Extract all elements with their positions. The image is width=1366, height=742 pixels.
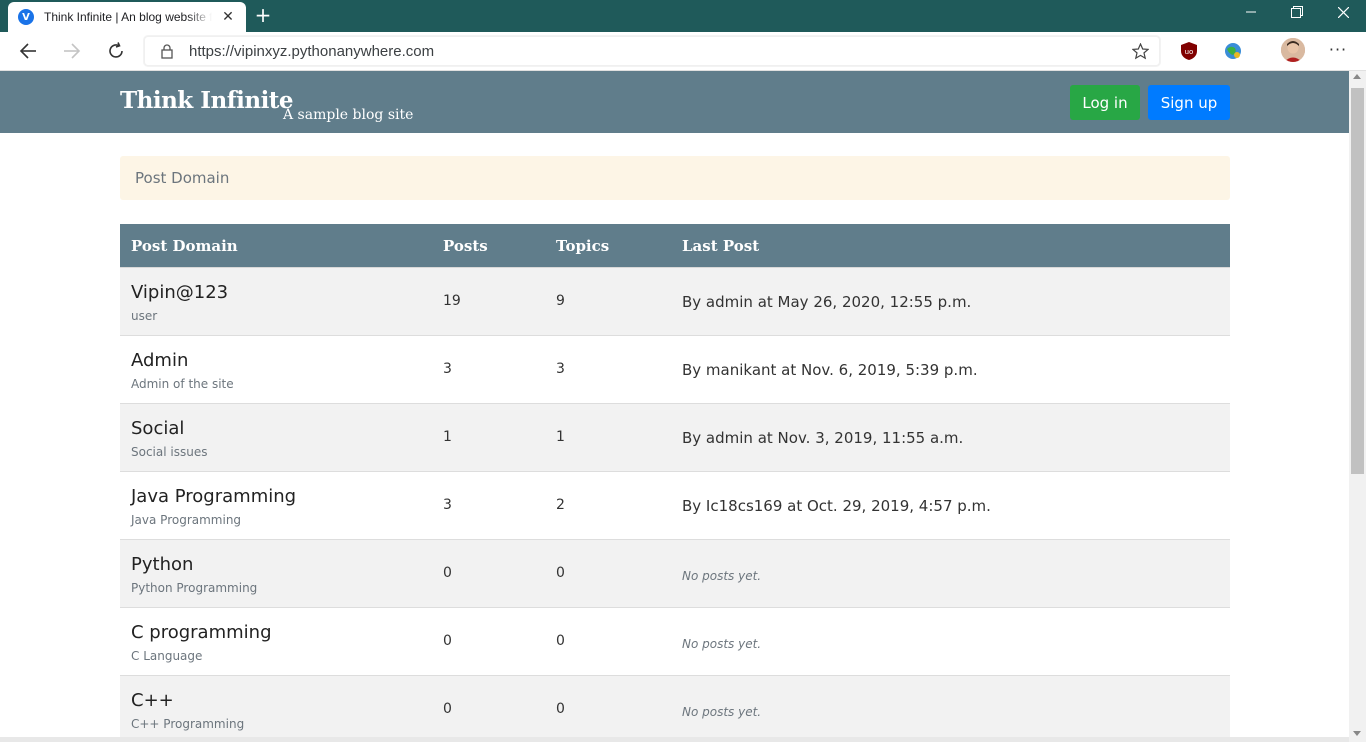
domain-name-link[interactable]: Social	[131, 418, 184, 439]
tab-favicon-icon: V	[18, 9, 34, 25]
topics-count: 2	[556, 497, 565, 513]
vertical-scrollbar[interactable]	[1349, 71, 1366, 742]
table-row: Vipin@123 user 19 9 By admin at May 26, …	[120, 268, 1230, 336]
favorite-star-icon[interactable]	[1131, 42, 1150, 64]
breadcrumb: Post Domain	[120, 156, 1230, 200]
ublock-extension-icon[interactable]: uo	[1180, 41, 1200, 61]
address-bar[interactable]: https://vipinxyz.pythonanywhere.com	[144, 36, 1160, 66]
site-header: Think Infinite A sample blog site Log in…	[0, 71, 1349, 133]
new-tab-icon[interactable]: +	[253, 5, 273, 25]
header-last-post: Last Post	[682, 237, 760, 255]
browser-tab[interactable]: V Think Infinite | An blog website for ✕	[8, 2, 246, 32]
profile-avatar[interactable]	[1281, 38, 1305, 62]
topics-count: 0	[556, 701, 565, 717]
refresh-icon[interactable]	[102, 38, 130, 64]
last-post-info: By Ic18cs169 at Oct. 29, 2019, 4:57 p.m.	[682, 497, 991, 515]
globe-extension-icon[interactable]	[1223, 41, 1243, 61]
domain-description: C Language	[131, 649, 203, 663]
table-row: Java Programming Java Programming 3 2 By…	[120, 472, 1230, 540]
topics-count: 1	[556, 429, 565, 445]
posts-count: 3	[443, 497, 452, 513]
lock-icon	[161, 44, 173, 63]
more-menu-icon[interactable]: ···	[1327, 41, 1349, 59]
domain-name-link[interactable]: C++	[131, 690, 174, 711]
restore-icon[interactable]	[1274, 0, 1320, 24]
domain-description: Java Programming	[131, 513, 242, 527]
domain-name-link[interactable]: Admin	[131, 350, 188, 371]
browser-toolbar: https://vipinxyz.pythonanywhere.com uo	[0, 32, 1366, 71]
domain-description: C++ Programming	[131, 717, 245, 731]
horizontal-scrollbar[interactable]	[0, 737, 1349, 742]
minimize-icon[interactable]	[1228, 0, 1274, 24]
table-row: C programming C Language 0 0 No posts ye…	[120, 608, 1230, 676]
topics-count: 0	[556, 633, 565, 649]
posts-count: 0	[443, 565, 452, 581]
svg-text:uo: uo	[1185, 48, 1194, 56]
last-post-info: By admin at May 26, 2020, 12:55 p.m.	[682, 293, 972, 311]
domain-name-link[interactable]: Java Programming	[131, 486, 296, 507]
last-post-info: No posts yet.	[682, 637, 762, 651]
header-posts: Posts	[443, 237, 488, 255]
domain-name-link[interactable]: Vipin@123	[131, 282, 228, 303]
posts-count: 0	[443, 633, 452, 649]
signup-button[interactable]: Sign up	[1148, 85, 1230, 120]
scroll-down-icon[interactable]	[1353, 731, 1361, 736]
posts-count: 19	[443, 293, 461, 309]
breadcrumb-item: Post Domain	[135, 169, 230, 187]
last-post-info: No posts yet.	[682, 705, 762, 719]
header-topics: Topics	[556, 237, 610, 255]
table-row: C++ C++ Programming 0 0 No posts yet.	[120, 676, 1230, 742]
domain-description: user	[131, 309, 158, 323]
login-button[interactable]: Log in	[1070, 85, 1140, 120]
posts-count: 3	[443, 361, 452, 377]
site-tagline: A sample blog site	[283, 107, 414, 123]
table-row: Admin Admin of the site 3 3 By manikant …	[120, 336, 1230, 404]
header-post-domain: Post Domain	[131, 237, 238, 255]
table-row: Social Social issues 1 1 By admin at Nov…	[120, 404, 1230, 472]
url-text: https://vipinxyz.pythonanywhere.com	[189, 43, 435, 60]
posts-count: 0	[443, 701, 452, 717]
tab-close-icon[interactable]: ✕	[220, 9, 236, 25]
last-post-info: By manikant at Nov. 6, 2019, 5:39 p.m.	[682, 361, 978, 379]
close-window-icon[interactable]	[1320, 0, 1366, 24]
posts-count: 1	[443, 429, 452, 445]
site-brand[interactable]: Think Infinite	[120, 87, 294, 114]
domains-table: Post Domain Posts Topics Last Post Vipin…	[120, 224, 1230, 742]
topics-count: 9	[556, 293, 565, 309]
browser-titlebar: V Think Infinite | An blog website for ✕…	[0, 0, 1366, 32]
table-row: Python Python Programming 0 0 No posts y…	[120, 540, 1230, 608]
topics-count: 3	[556, 361, 565, 377]
last-post-info: No posts yet.	[682, 569, 762, 583]
last-post-info: By admin at Nov. 3, 2019, 11:55 a.m.	[682, 429, 964, 447]
domain-name-link[interactable]: Python	[131, 554, 193, 575]
domain-description: Python Programming	[131, 581, 258, 595]
page-viewport: Think Infinite A sample blog site Log in…	[0, 71, 1349, 742]
forward-icon[interactable]	[58, 38, 86, 64]
topics-count: 0	[556, 565, 565, 581]
domain-name-link[interactable]: C programming	[131, 622, 272, 643]
back-icon[interactable]	[14, 38, 42, 64]
domain-description: Social issues	[131, 445, 208, 459]
tab-title: Think Infinite | An blog website for	[44, 10, 212, 24]
table-header: Post Domain Posts Topics Last Post	[120, 224, 1230, 268]
scroll-up-icon[interactable]	[1353, 74, 1361, 79]
domain-description: Admin of the site	[131, 377, 234, 391]
scroll-thumb[interactable]	[1351, 88, 1364, 474]
